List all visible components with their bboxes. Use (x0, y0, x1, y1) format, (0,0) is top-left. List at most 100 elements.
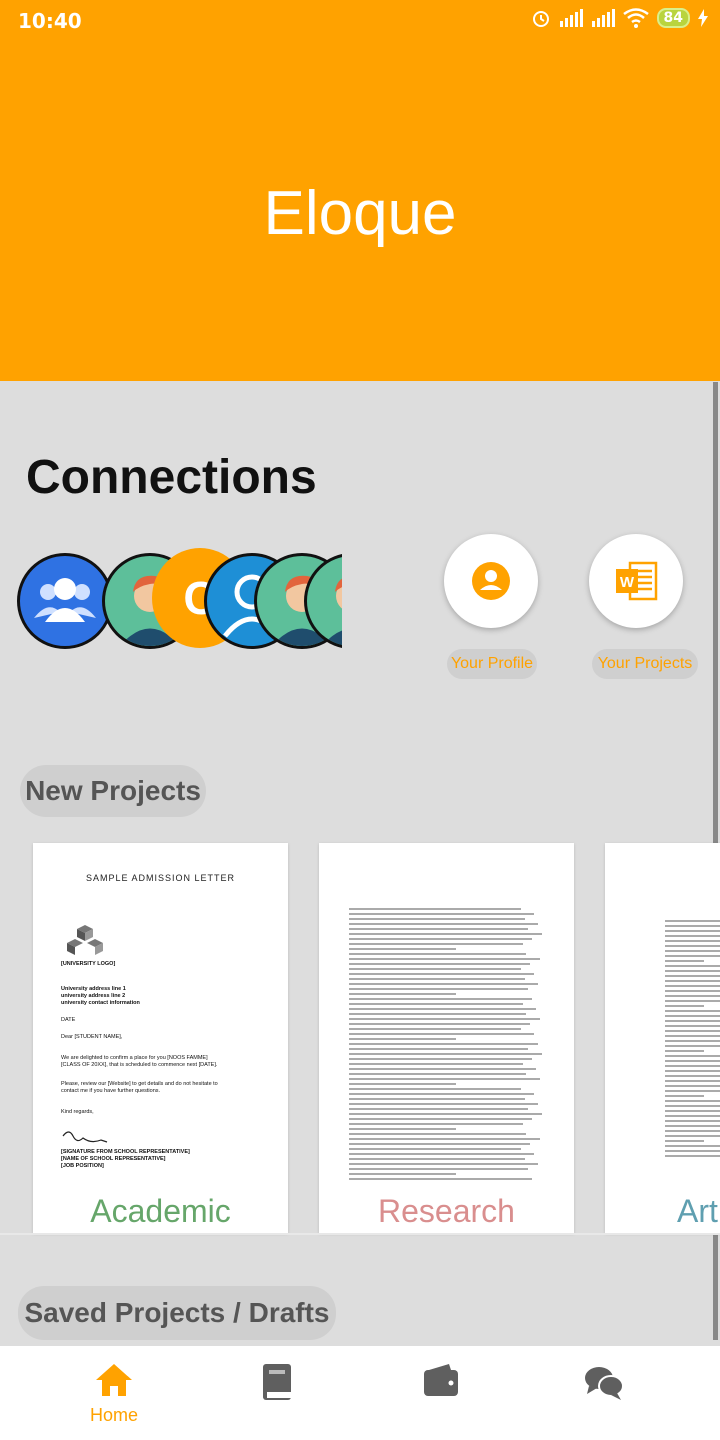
doc-text-line (349, 1113, 543, 1115)
doc-text-line (349, 998, 533, 1000)
doc-text-line (349, 973, 535, 975)
your-profile-label[interactable]: Your Profile (447, 649, 537, 679)
doc-text-line (349, 1148, 521, 1150)
doc-text-line (665, 1100, 720, 1102)
doc-line: We are delighted to confirm a place for … (61, 1055, 208, 1061)
doc-text-line (665, 1015, 720, 1017)
doc-text-line (665, 1075, 720, 1077)
doc-text-line (665, 1125, 720, 1127)
doc-text-line (349, 1133, 527, 1135)
doc-text-line (349, 1048, 529, 1050)
doc-text-line (665, 1030, 720, 1032)
nav-home[interactable]: Home (74, 1362, 154, 1426)
doc-line: University address line 1 (61, 986, 126, 992)
doc-text-line (665, 990, 720, 992)
doc-text-line (665, 1115, 720, 1117)
doc-text-line (665, 1040, 720, 1042)
nav-messages[interactable] (564, 1362, 644, 1407)
doc-text-line (665, 950, 720, 952)
project-card-research[interactable]: Research (319, 843, 574, 1233)
doc-text-line (665, 1020, 720, 1022)
doc-text-block (665, 917, 720, 1160)
home-icon (96, 1364, 132, 1396)
doc-text-line (349, 1168, 529, 1170)
doc-text-line (349, 1138, 541, 1140)
doc-text-line (665, 1145, 720, 1147)
group-icon (34, 578, 96, 622)
doc-line: [NAME OF SCHOOL REPRESENTATIVE] (61, 1156, 166, 1162)
status-time: 10:40 (18, 9, 82, 33)
doc-text-line (665, 1045, 720, 1047)
your-projects-label[interactable]: Your Projects (592, 649, 698, 679)
doc-text-line (665, 1005, 704, 1007)
doc-text-line (349, 1063, 523, 1065)
doc-text-line (665, 945, 720, 947)
doc-text-line (665, 920, 720, 922)
word-document-icon: W (616, 561, 658, 601)
doc-text-line (349, 1013, 527, 1015)
doc-text-line (349, 978, 525, 980)
book-icon (263, 1364, 291, 1400)
doc-text-line (665, 935, 720, 937)
doc-text-line (665, 955, 720, 957)
doc-text-line (665, 1085, 720, 1087)
doc-line: university contact information (61, 1000, 140, 1006)
doc-line: Dear [STUDENT NAME], (61, 1034, 123, 1040)
doc-text-line (349, 1118, 533, 1120)
doc-text-line (665, 925, 720, 927)
doc-text-line (349, 1053, 543, 1055)
doc-text-line (349, 1143, 531, 1145)
doc-heading: SAMPLE ADMISSION LETTER (85, 873, 236, 883)
doc-line: university address line 2 (61, 993, 126, 999)
doc-text-line (349, 968, 521, 970)
app-header: Eloque (0, 0, 720, 381)
project-card-art[interactable]: Art (605, 843, 720, 1233)
doc-text-line (665, 1025, 720, 1027)
doc-text-line (665, 1105, 720, 1107)
doc-text-line (349, 988, 529, 990)
app-title: Eloque (263, 179, 457, 248)
your-profile-button[interactable] (444, 534, 538, 628)
doc-text-line (349, 1098, 525, 1100)
your-projects-button[interactable]: W (589, 534, 683, 628)
doc-text-line (665, 1155, 720, 1157)
doc-text-line (665, 1120, 720, 1122)
nav-library[interactable] (237, 1362, 317, 1407)
doc-text-line (665, 995, 720, 997)
doc-text-line (349, 1078, 541, 1080)
doc-text-line (349, 1008, 537, 1010)
doc-text-line (665, 1070, 720, 1072)
wallet-icon (424, 1364, 458, 1396)
project-card-academic[interactable]: SAMPLE ADMISSION LETTER [UNIVERSITY LOGO… (33, 843, 288, 1233)
doc-line: [SIGNATURE FROM SCHOOL REPRESENTATIVE] (61, 1149, 190, 1155)
doc-text-line (349, 1023, 531, 1025)
connections-avatars[interactable]: C (0, 548, 342, 658)
doc-text-line (665, 1055, 720, 1057)
doc-text-line (349, 983, 539, 985)
doc-text-line (665, 975, 720, 977)
doc-text-line (665, 985, 720, 987)
battery-indicator: 84 (656, 8, 690, 28)
doc-text-line (349, 1103, 539, 1105)
doc-text-line (349, 943, 523, 945)
chat-icon (585, 1367, 624, 1400)
doc-text-line (665, 1065, 720, 1067)
doc-text-line (349, 948, 457, 950)
doc-text-line (349, 1128, 457, 1130)
doc-text-line (349, 1038, 457, 1040)
doc-text-line (665, 1050, 704, 1052)
alarm-icon (532, 11, 549, 27)
group-avatar[interactable] (17, 553, 113, 649)
doc-text-line (665, 1095, 704, 1097)
doc-text-line (349, 1178, 533, 1180)
doc-text-line (665, 1010, 720, 1012)
doc-text-line (665, 1035, 720, 1037)
doc-text-block (349, 905, 544, 1183)
doc-text-line (665, 1110, 720, 1112)
doc-text-line (665, 1000, 720, 1002)
doc-text-line (665, 940, 720, 942)
doc-text-line (349, 918, 525, 920)
nav-wallet[interactable] (401, 1362, 481, 1407)
doc-text-line (665, 1090, 720, 1092)
doc-text-line (349, 1123, 523, 1125)
